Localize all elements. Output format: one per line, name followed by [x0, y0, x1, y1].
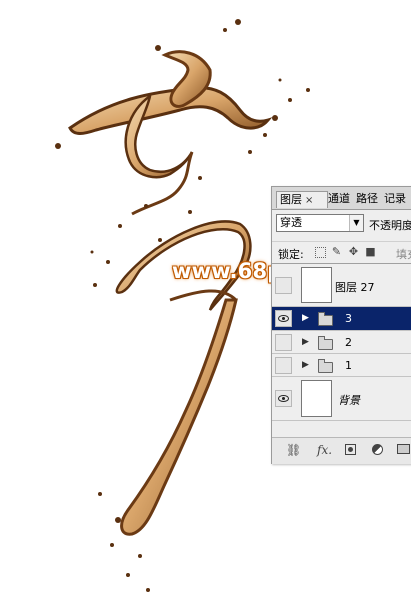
visibility-toggle[interactable] [275, 357, 292, 374]
tab-layers[interactable]: 图层 × [276, 191, 328, 208]
link-icon[interactable]: ⛓ [286, 444, 301, 456]
folder-icon [318, 312, 333, 326]
layer-row-group-1[interactable]: ▶ 1 [272, 354, 411, 377]
layer-row-27[interactable]: 图层 27 [272, 264, 411, 307]
blend-mode-value: 穿透 [280, 216, 302, 229]
lock-transparent-icon[interactable] [315, 247, 326, 258]
folder-icon [318, 359, 333, 373]
layer-row-background[interactable]: 背景 [272, 377, 411, 421]
layer-row-group-2[interactable]: ▶ 2 [272, 331, 411, 354]
lock-label: 锁定: [278, 248, 304, 261]
tab-history[interactable]: 记录 [384, 191, 406, 208]
expand-arrow-icon[interactable]: ▶ [302, 313, 309, 323]
move-icon[interactable]: ✥ [348, 246, 359, 257]
layer-thumbnail [301, 380, 332, 417]
eye-icon [278, 315, 289, 322]
tab-layers-label: 图层 [280, 193, 302, 206]
blend-mode-select[interactable]: 穿透 ▼ [276, 214, 364, 232]
panel-tab-bar: 图层 × 通道 路径 记录 [272, 187, 411, 210]
panel-bottom-bar: ⛓ fx. [272, 437, 411, 464]
brush-icon[interactable]: ✎ [331, 246, 342, 257]
visibility-toggle[interactable] [275, 310, 292, 327]
layer-name: 1 [345, 359, 352, 372]
blend-mode-row: 穿透 ▼ 不透明度 [272, 211, 411, 237]
visibility-toggle[interactable] [275, 334, 292, 351]
new-group-icon[interactable] [397, 444, 410, 454]
opacity-label: 不透明度 [369, 219, 411, 232]
folder-icon [318, 336, 333, 350]
eye-icon [278, 395, 289, 402]
layer-name: 图层 27 [335, 281, 375, 294]
lock-icon[interactable]: ■ [365, 246, 376, 257]
layer-mask-icon[interactable] [345, 444, 356, 455]
fx-icon[interactable]: fx. [317, 444, 332, 456]
layer-name: 3 [345, 312, 352, 325]
adjustment-layer-icon[interactable] [372, 444, 383, 455]
tab-paths[interactable]: 路径 [356, 191, 378, 208]
layers-panel: 图层× 通道 路径 记录 穿透 ▼ 不透明度 锁定: ✎ ✥ ■ 填充 图层 2… [271, 186, 411, 464]
chevron-down-icon: ▼ [349, 215, 363, 231]
expand-arrow-icon[interactable]: ▶ [302, 337, 309, 347]
visibility-toggle[interactable] [275, 277, 292, 294]
layer-list: 图层 27 ▶ 3 ▶ 2 ▶ 1 背景 [272, 263, 411, 436]
expand-arrow-icon[interactable]: ▶ [302, 360, 309, 370]
visibility-toggle[interactable] [275, 390, 292, 407]
lock-row: 锁定: ✎ ✥ ■ 填充 [272, 241, 411, 262]
layer-name: 2 [345, 336, 352, 349]
layer-row-group-3[interactable]: ▶ 3 [272, 307, 411, 331]
layer-thumbnail [301, 267, 332, 303]
layer-name: 背景 [338, 394, 360, 407]
tab-channels[interactable]: 通道 [328, 191, 350, 208]
fill-label: 填充 [396, 248, 411, 261]
close-icon[interactable]: × [305, 195, 313, 206]
